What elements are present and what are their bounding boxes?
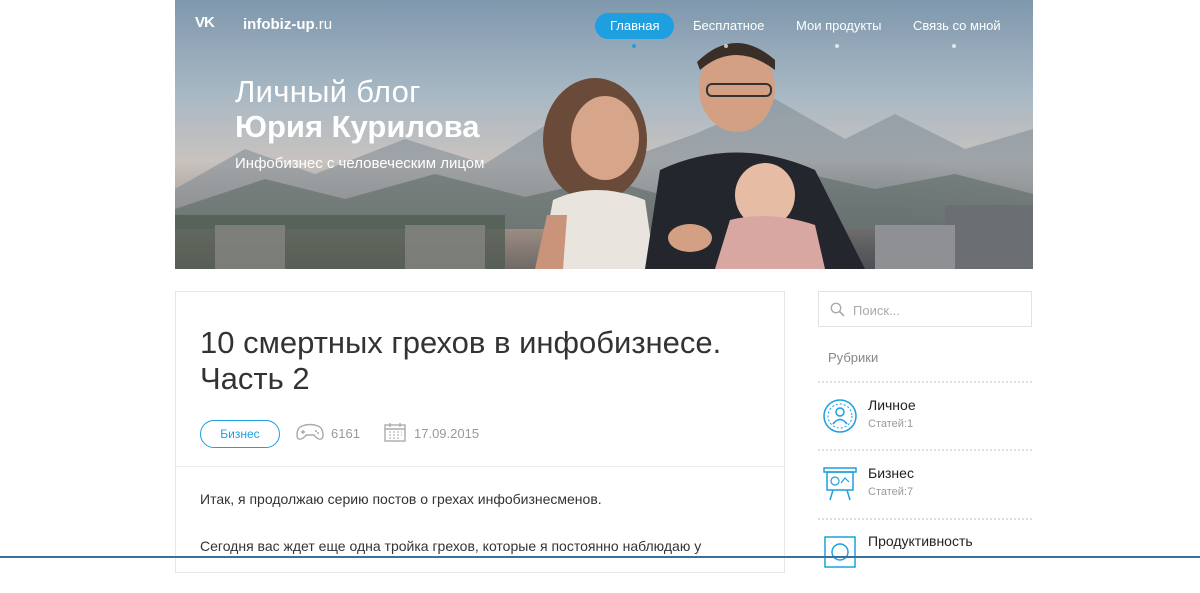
search-icon bbox=[830, 302, 845, 317]
divider bbox=[818, 518, 1032, 520]
nav-indicator-dot bbox=[835, 44, 839, 48]
nav-item-home[interactable]: Главная bbox=[595, 13, 675, 39]
divider bbox=[818, 449, 1032, 451]
search-box[interactable] bbox=[818, 291, 1032, 327]
divider bbox=[176, 466, 784, 467]
category-item-productivity[interactable]: Продуктивность bbox=[818, 533, 1032, 593]
category-item-business[interactable]: Бизнес Статей:7 bbox=[818, 465, 1032, 525]
main-nav: Главная Бесплатное Мои продукты Связь со… bbox=[175, 13, 1033, 53]
category-name: Бизнес bbox=[868, 465, 914, 481]
blog-title-line2: Юрия Курилова bbox=[235, 109, 480, 144]
nav-indicator-dot bbox=[724, 44, 728, 48]
article-paragraph: Сегодня вас ждет еще одна тройка грехов,… bbox=[200, 538, 702, 554]
productivity-icon bbox=[824, 536, 856, 568]
blog-title-line1: Личный блог bbox=[235, 74, 421, 109]
nav-item-contact[interactable]: Связь со мной bbox=[913, 13, 1001, 39]
calendar-icon bbox=[384, 423, 406, 442]
article-card: 10 смертных грехов в инфобизнесе. Часть … bbox=[175, 291, 785, 573]
category-name: Продуктивность bbox=[868, 533, 973, 549]
category-count: Статей:1 bbox=[868, 418, 914, 430]
category-tag[interactable]: Бизнес bbox=[200, 420, 280, 448]
nav-indicator-dot bbox=[632, 44, 636, 48]
rubrics-heading: Рубрики bbox=[828, 350, 879, 365]
presentation-board-icon bbox=[823, 467, 857, 501]
blog-subtitle: Инфобизнес с человеческим лицом bbox=[235, 155, 485, 172]
nav-item-my-products[interactable]: Мои продукты bbox=[796, 13, 882, 39]
nav-item-free[interactable]: Бесплатное bbox=[693, 13, 764, 39]
nav-indicator-dot bbox=[952, 44, 956, 48]
divider bbox=[818, 381, 1032, 383]
article-title[interactable]: 10 смертных грехов в инфобизнесе. Часть … bbox=[200, 325, 770, 397]
header-banner: VK infobiz-up.ru Главная Бесплатное Мои … bbox=[175, 0, 1033, 269]
gamepad-icon bbox=[296, 423, 324, 440]
views-count: 6161 bbox=[331, 426, 360, 441]
article-paragraph: Итак, я продолжаю серию постов о грехах … bbox=[200, 491, 602, 507]
category-item-personal[interactable]: Личное Статей:1 bbox=[818, 397, 1032, 457]
search-input[interactable] bbox=[851, 299, 1025, 321]
category-name: Личное bbox=[868, 397, 916, 413]
publish-date: 17.09.2015 bbox=[414, 426, 480, 441]
person-icon bbox=[823, 399, 857, 433]
category-count: Статей:7 bbox=[868, 486, 914, 498]
